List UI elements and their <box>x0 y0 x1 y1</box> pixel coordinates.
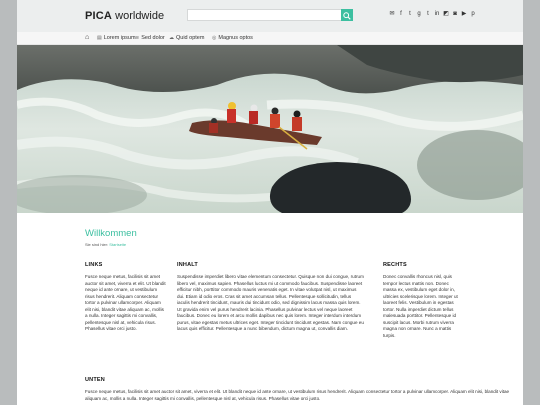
tumblr-icon[interactable]: t <box>425 11 431 18</box>
column-heading: UNTEN <box>85 377 105 383</box>
content-columns: LINKS Fusce neque metus, facilisis sit a… <box>85 262 517 339</box>
google-plus-icon[interactable]: g <box>416 11 422 18</box>
column-heading: RECHTS <box>383 262 407 268</box>
search-input[interactable] <box>187 9 342 21</box>
cloud-icon: ☁ <box>169 35 174 41</box>
column-inhalt: INHALT Suspendisse imperdiet libero vita… <box>177 262 365 339</box>
circle-icon: ◎ <box>212 35 217 41</box>
home-icon[interactable]: ⌂ <box>85 34 89 41</box>
youtube-icon[interactable]: ▶ <box>461 11 467 18</box>
header: PICA worldwide ✉ f t g t in ◩ ◙ ▶ p <box>17 0 523 32</box>
column-rechts: RECHTS Donec convallis rhoncus nisl, qui… <box>383 262 458 339</box>
site-logo[interactable]: PICA worldwide <box>85 10 164 22</box>
column-links: LINKS Fusce neque metus, facilisis sit a… <box>85 262 167 339</box>
nav-item-lorem-ipsum[interactable]: ▤ Lorem ipsum <box>97 35 136 41</box>
page-title: Willkommen <box>85 228 137 239</box>
wifi-icon: ≋ <box>135 35 140 41</box>
linkedin-icon[interactable]: in <box>434 11 440 18</box>
nav-item-sed-dolor[interactable]: ≋ Sed dolor <box>135 35 165 41</box>
social-icons: ✉ f t g t in ◩ ◙ ▶ p <box>389 11 476 18</box>
pinterest-icon[interactable]: p <box>470 11 476 18</box>
document-icon: ▤ <box>97 35 102 41</box>
main-nav: ⌂ ▤ Lorem ipsum ≋ Sed dolor ☁ Quid optem ◎ M… <box>17 32 523 45</box>
column-text: Donec convallis rhoncus nisl, quis tempo… <box>383 274 458 338</box>
nav-label: Lorem ipsum <box>103 35 136 41</box>
nav-label: Quid optem <box>176 35 205 41</box>
delicious-icon[interactable]: ◩ <box>443 11 449 18</box>
breadcrumb-prefix: Sie sind hier: <box>85 242 109 247</box>
breadcrumb-link-home[interactable]: Startseite <box>109 242 126 247</box>
nav-label: Sed dolor <box>141 35 165 41</box>
breadcrumb: Sie sind hier: Startseite <box>85 242 517 247</box>
nav-item-quid-optem[interactable]: ☁ Quid optem <box>169 35 204 41</box>
column-unten: UNTEN Fusce neque metus, facilisis sit a… <box>85 377 517 402</box>
column-text: Fusce neque metus, facilisis sit amet au… <box>85 389 510 401</box>
column-text: Suspendisse imperdiet libero vitae eleme… <box>177 274 364 331</box>
search-icon <box>343 12 351 20</box>
column-heading: INHALT <box>177 262 198 268</box>
page: PICA worldwide ✉ f t g t in ◩ ◙ ▶ p ⌂ ▤ L… <box>17 0 523 405</box>
logo-rest: worldwide <box>112 10 165 22</box>
twitter-icon[interactable]: t <box>407 11 413 18</box>
search-button[interactable] <box>341 9 353 21</box>
nav-label: Magnus optos <box>218 35 253 41</box>
hero-image <box>17 45 523 213</box>
nav-item-magnus-optos[interactable]: ◎ Magnus optos <box>212 35 253 41</box>
column-text: Fusce neque metus, facilisis sit amet au… <box>85 274 166 331</box>
mail-icon[interactable]: ✉ <box>389 11 395 18</box>
logo-bold: PICA <box>85 10 113 22</box>
facebook-icon[interactable]: f <box>398 11 404 18</box>
instagram-icon[interactable]: ◙ <box>452 11 458 18</box>
main-content: Willkommen Sie sind hier: Startseite LIN… <box>85 228 517 339</box>
column-heading: LINKS <box>85 262 103 268</box>
